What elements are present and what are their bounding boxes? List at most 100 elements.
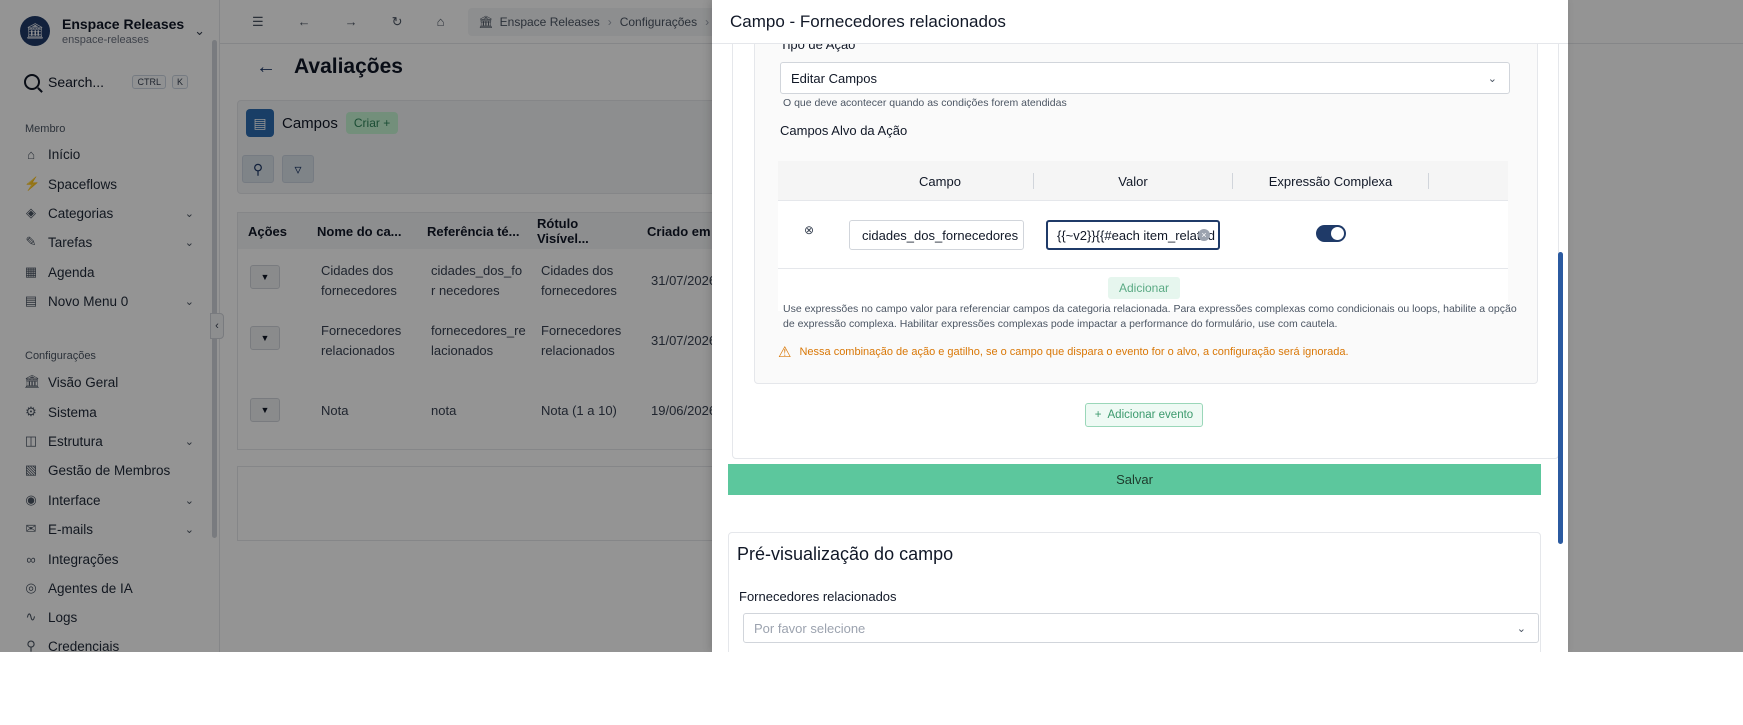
action-type-select[interactable]: Editar Campos ⌄ (780, 62, 1510, 94)
chevron-down-icon: ⌄ (1516, 622, 1526, 635)
breadcrumb-item[interactable]: Configurações (620, 15, 697, 29)
sidebar-item-label: Início (48, 146, 81, 162)
row-actions-button[interactable]: ▼ (250, 326, 280, 350)
sidebar-item-estrutura[interactable]: ◫ Estrutura ⌄ (24, 430, 194, 452)
column-header[interactable]: Rótulo Visível... (523, 213, 633, 249)
filter-icon: ▿ (294, 160, 302, 177)
refresh-icon[interactable]: ↻ (392, 14, 403, 30)
database-icon: ◫ (24, 433, 38, 448)
preview-title: Pré-visualização do campo (737, 544, 954, 564)
home-icon[interactable]: ⌂ (437, 14, 445, 29)
column-header[interactable]: Ações (238, 213, 303, 249)
column-divider (1428, 173, 1429, 189)
compass-icon: ◉ (25, 492, 37, 507)
chevron-down-icon: ⌄ (184, 523, 194, 536)
sidebar-item-label: E-mails (48, 521, 94, 537)
chevron-down-icon: ⌄ (184, 207, 194, 220)
page-title: Avaliações (294, 55, 403, 78)
save-button[interactable]: Salvar (728, 464, 1541, 495)
breadcrumb-item[interactable]: Enspace Releases (500, 15, 600, 29)
sidebar-item-label: Integrações (48, 551, 119, 567)
breadcrumb-separator: › (607, 14, 612, 29)
cell-created: 31/07/2026 (651, 273, 717, 288)
back-arrow-icon[interactable]: ← (256, 56, 276, 79)
remove-row-icon[interactable]: ⊗ (804, 223, 814, 237)
sidebar-item-interface[interactable]: ◉ Interface ⌄ (24, 489, 194, 511)
cell-name: Nota (321, 403, 349, 418)
clear-icon[interactable]: × (1198, 229, 1210, 241)
sidebar-item-inicio[interactable]: ⌂ Início (24, 143, 194, 165)
target-field-value: cidades_dos_fornecedores (862, 227, 1019, 243)
cell-created: 31/07/2026 (651, 333, 717, 348)
column-header: Valor (1118, 173, 1148, 189)
chevron-down-icon: ⌄ (1487, 72, 1497, 85)
action-type-value: Editar Campos (791, 70, 877, 86)
table-row: ⊗ cidades_dos_fornecedores {{~v2}}{{#eac… (778, 201, 1508, 269)
chevron-down-icon: ⌄ (184, 295, 194, 308)
sidebar-item-label: Agenda (48, 264, 95, 280)
sidebar-item-tarefas[interactable]: ✎ Tarefas ⌄ (24, 231, 194, 253)
column-header[interactable]: Referência té... (413, 213, 523, 249)
sidebar-item-label: Sistema (48, 404, 97, 420)
chevron-down-icon: ⌄ (184, 494, 194, 507)
preview-field-label: Fornecedores relacionados (739, 589, 897, 604)
chevron-down-icon: ⌄ (194, 23, 205, 38)
warning-text: Nessa combinação de ação e gatilho, se o… (799, 346, 1349, 358)
complex-expression-toggle[interactable] (1316, 225, 1346, 242)
sliders-icon[interactable]: ☰ (252, 14, 264, 30)
sidebar-item-label: Categorias (48, 205, 114, 221)
sidebar-collapse-button[interactable]: ‹ (210, 313, 224, 339)
sidebar-item-visao-geral[interactable]: 🏛 Visão Geral (24, 371, 194, 393)
sidebar-item-credenciais[interactable]: ⚲ Credenciais (24, 635, 194, 652)
fields-table: Ações Nome do ca... Referência té... Rót… (237, 212, 758, 450)
row-actions-button[interactable]: ▼ (250, 398, 280, 422)
sidebar-item-gestao-membros[interactable]: ▧ Gestão de Membros (24, 459, 194, 481)
breadcrumb-separator: › (705, 14, 710, 29)
workspace-name: Enspace Releases (62, 15, 185, 32)
edit-icon: ✎ (25, 234, 37, 249)
content-box (237, 466, 757, 541)
target-field-input[interactable]: cidades_dos_fornecedores (849, 220, 1024, 250)
filter-button[interactable]: ▿ (282, 155, 314, 183)
building-icon: 🏛 (478, 14, 494, 29)
caret-down-icon: ▼ (260, 333, 270, 343)
sidebar-item-label: Agentes de IA (48, 580, 133, 596)
drawer-scrollbar[interactable] (1558, 252, 1563, 544)
back-arrow-icon[interactable]: ← (298, 14, 311, 29)
sidebar-scrollbar[interactable] (212, 40, 217, 538)
column-header[interactable]: Nome do ca... (303, 213, 413, 249)
workspace-switcher[interactable]: 🏛 Enspace Releases enspace-releases ⌄ (20, 14, 205, 48)
sidebar-search[interactable]: Search... CTRL K (24, 72, 188, 92)
row-actions-button[interactable]: ▼ (250, 265, 280, 289)
kbd-ctrl: CTRL (132, 75, 166, 89)
sidebar-item-categorias[interactable]: ◈ Categorias ⌄ (24, 202, 194, 224)
sidebar-item-agentes-ia[interactable]: ◎ Agentes de IA (24, 577, 194, 599)
cell-label: Cidades dos fornecedores (541, 263, 617, 298)
preview-select[interactable]: Por favor selecione ⌄ (743, 613, 1539, 643)
cell-label: Nota (1 a 10) (541, 403, 617, 418)
add-event-label: Adicionar evento (1107, 409, 1194, 421)
workspace-slug: enspace-releases (62, 33, 149, 46)
search-button[interactable]: ⚲ (242, 155, 274, 183)
create-button[interactable]: Criar + (345, 112, 399, 134)
add-event-button[interactable]: + Adicionar evento (1085, 403, 1203, 427)
sidebar-item-logs[interactable]: ∿ Logs (24, 606, 194, 628)
sidebar-item-emails[interactable]: ✉ E-mails ⌄ (24, 518, 194, 540)
fields-panel: ▤ Campos Criar + ⚲ ▿ (237, 100, 757, 194)
sidebar-item-label: Credenciais (48, 638, 120, 653)
add-target-button[interactable]: Adicionar (1108, 277, 1180, 299)
section-config-title: Configurações (25, 350, 96, 362)
sidebar-item-integracoes[interactable]: ∞ Integrações (24, 548, 194, 570)
caret-down-icon: ▼ (260, 272, 270, 282)
sidebar-item-spaceflows[interactable]: ⚡ Spaceflows (24, 173, 194, 195)
fields-icon: ▤ (246, 109, 274, 137)
drawer-title: Campo - Fornecedores relacionados (712, 0, 1568, 44)
cell-ref: nota (431, 403, 457, 418)
sidebar-item-sistema[interactable]: ⚙ Sistema (24, 401, 194, 423)
sidebar-item-agenda[interactable]: ▦ Agenda (24, 261, 194, 283)
forward-arrow-icon[interactable]: → (345, 14, 358, 29)
targets-table-header: Campo Valor Expressão Complexa (778, 161, 1508, 201)
target-value-input[interactable]: {{~v2}}{{#each item_related × (1046, 220, 1220, 250)
search-icon (24, 74, 40, 90)
sidebar-item-novo-menu[interactable]: ▤ Novo Menu 0 ⌄ (24, 290, 194, 312)
